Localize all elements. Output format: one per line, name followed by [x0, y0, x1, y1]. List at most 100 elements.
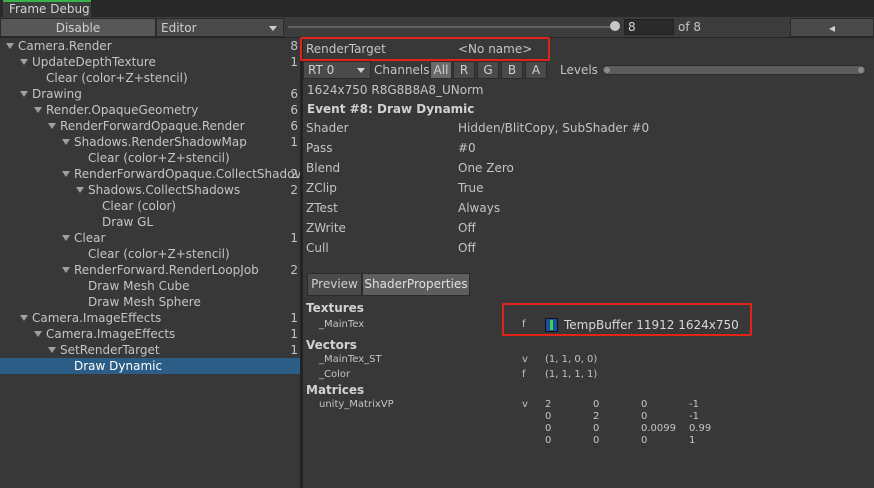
vector-name: _MainTex_ST [319, 354, 382, 365]
arrow-left-icon: ◂ [828, 21, 836, 35]
matrix-cell: 0.0099 [641, 423, 676, 434]
tree-item-count: 6 [290, 87, 298, 101]
expand-triangle-icon[interactable] [34, 331, 42, 337]
levels-min-handle[interactable] [604, 67, 610, 73]
vector-value: (1, 1, 1, 1) [545, 369, 598, 380]
matrix-cell: 0 [641, 411, 648, 422]
previous-event-button[interactable]: ◂ [790, 18, 874, 37]
shader-prop-name: ZTest [306, 201, 338, 215]
tree-item[interactable]: Shadows.RenderShadowMap 1 [0, 134, 300, 150]
expand-triangle-icon[interactable] [76, 187, 84, 193]
tree-item[interactable]: Drawing 6 [0, 86, 300, 102]
tree-item-count: 8 [290, 39, 298, 53]
tree-item[interactable]: Clear (color+Z+stencil) [0, 150, 300, 166]
tree-item[interactable]: Draw Mesh Sphere [0, 294, 300, 310]
event-slider-thumb[interactable] [610, 21, 620, 31]
tree-item-count: 1 [290, 343, 298, 357]
tree-item[interactable]: Draw Mesh Cube [0, 278, 300, 294]
render-target-index-label: RT 0 [308, 63, 335, 77]
title-bar [0, 0, 874, 17]
tree-item-count: 1 [290, 327, 298, 341]
matrix-cell: 0 [593, 423, 600, 434]
tree-item-label: Draw GL [102, 215, 154, 229]
matrix-cell: 1 [689, 435, 696, 446]
shader-prop-name: Blend [306, 161, 341, 175]
tree-item-label: Clear (color+Z+stencil) [46, 71, 188, 85]
expand-triangle-icon[interactable] [62, 235, 70, 241]
matrix-cell: 2 [545, 399, 552, 410]
tree-item-count: 2 [290, 263, 298, 277]
tree-item-count: 6 [290, 119, 298, 133]
event-tree-panel: Camera.Render 8 UpdateDepthTexture 1 Clear (… [0, 38, 302, 488]
render-target-highlight-box [300, 37, 550, 61]
tree-item[interactable]: UpdateDepthTexture 1 [0, 54, 300, 70]
channels-label: Channels [374, 63, 430, 77]
chevron-down-icon [269, 26, 277, 31]
tree-item-count: 6 [290, 103, 298, 117]
tree-item-label: Camera.ImageEffects [46, 327, 176, 341]
tree-item[interactable]: Clear (color+Z+stencil) [0, 70, 300, 86]
tree-item[interactable]: Camera.ImageEffects 1 [0, 326, 300, 342]
expand-triangle-icon[interactable] [20, 91, 28, 97]
matrix-cell: 0 [545, 435, 552, 446]
expand-triangle-icon[interactable] [48, 123, 56, 129]
tree-item-label: RenderForwardOpaque.CollectShadov [74, 167, 302, 181]
shader-prop-value: #0 [458, 141, 476, 155]
expand-triangle-icon[interactable] [62, 139, 70, 145]
tab-preview[interactable]: Preview [307, 273, 362, 296]
expand-triangle-icon[interactable] [62, 171, 70, 177]
channel-r-button[interactable]: R [453, 61, 475, 79]
target-dropdown[interactable]: Editor [156, 18, 284, 37]
tree-item-count: 1 [290, 231, 298, 245]
matrix-cell: 0.99 [689, 423, 712, 434]
matrix-name: unity_MatrixVP [319, 399, 394, 410]
vectors-header: Vectors [306, 338, 357, 352]
expand-triangle-icon[interactable] [34, 107, 42, 113]
shader-prop-value: Off [458, 221, 476, 235]
expand-triangle-icon[interactable] [20, 315, 28, 321]
texture-highlight-box [502, 303, 752, 336]
expand-triangle-icon[interactable] [48, 347, 56, 353]
tree-item-label: Drawing [32, 87, 82, 101]
levels-max-handle[interactable] [858, 67, 864, 73]
expand-triangle-icon[interactable] [20, 59, 28, 65]
levels-slider[interactable] [602, 65, 866, 75]
tab-shader-properties[interactable]: ShaderProperties [362, 273, 470, 296]
tree-item[interactable]: Render.OpaqueGeometry 6 [0, 102, 300, 118]
tree-item[interactable]: Clear 1 [0, 230, 300, 246]
expand-triangle-icon[interactable] [6, 43, 14, 49]
tree-item[interactable]: Shadows.CollectShadows 2 [0, 182, 300, 198]
event-index-field[interactable]: 8 [624, 19, 674, 35]
tree-item-count: 2 [290, 167, 298, 181]
tree-item[interactable]: RenderForward.RenderLoopJob 2 [0, 262, 300, 278]
channel-a-button[interactable]: A [525, 61, 547, 79]
tree-item[interactable]: SetRenderTarget 1 [0, 342, 300, 358]
tree-item[interactable]: RenderForwardOpaque.Render 6 [0, 118, 300, 134]
expand-triangle-icon[interactable] [62, 267, 70, 273]
matrix-cell: -1 [689, 411, 699, 422]
vector-stage: f [522, 369, 526, 380]
tree-item-count: 1 [290, 135, 298, 149]
target-dropdown-label: Editor [161, 21, 197, 35]
channel-b-button[interactable]: B [501, 61, 523, 79]
matrix-cell: 0 [545, 411, 552, 422]
tree-item[interactable]: Draw GL [0, 214, 300, 230]
disable-button[interactable]: Disable [0, 18, 156, 37]
window-tab-frame-debug[interactable]: Frame Debug [3, 0, 91, 17]
tree-item[interactable]: Camera.Render 8 [0, 38, 300, 54]
shader-prop-value: Hidden/BlitCopy, SubShader #0 [458, 121, 650, 135]
channel-all-button[interactable]: All [430, 61, 452, 79]
tree-item[interactable]: Camera.ImageEffects 1 [0, 310, 300, 326]
event-slider-track[interactable] [288, 26, 616, 28]
render-target-index-dropdown[interactable]: RT 0 [303, 61, 371, 79]
tree-item[interactable]: Draw Dynamic [0, 358, 300, 374]
tree-item-label: RenderForwardOpaque.Render [60, 119, 245, 133]
format-label: 1624x750 R8G8B8A8_UNorm [307, 83, 484, 97]
tree-item[interactable]: RenderForwardOpaque.CollectShadov 2 [0, 166, 302, 182]
tree-item[interactable]: Clear (color+Z+stencil) [0, 246, 300, 262]
tree-item-count: 2 [290, 183, 298, 197]
tree-item[interactable]: Clear (color) [0, 198, 300, 214]
textures-header: Textures [306, 301, 364, 315]
vector-value: (1, 1, 0, 0) [545, 354, 598, 365]
channel-g-button[interactable]: G [477, 61, 499, 79]
